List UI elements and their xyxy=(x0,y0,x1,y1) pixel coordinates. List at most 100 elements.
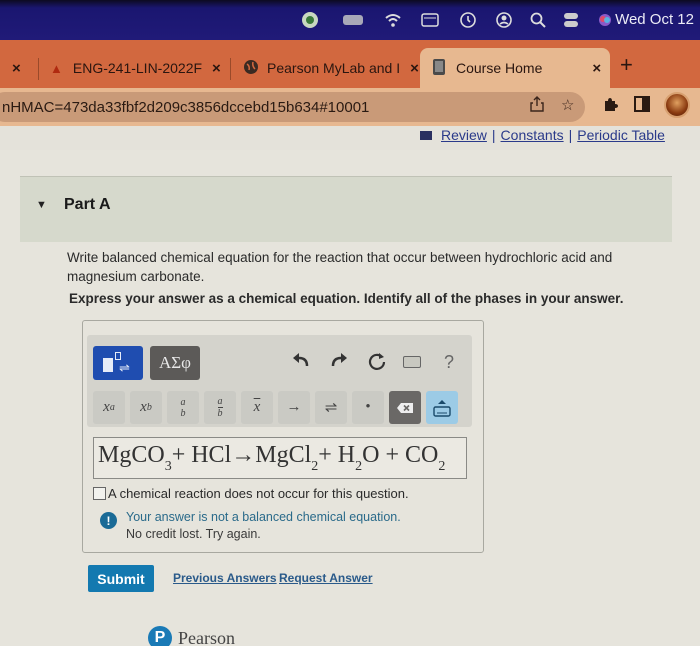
tab-separator xyxy=(230,58,231,80)
pearson-logo-icon: P xyxy=(148,626,172,646)
user-icon[interactable] xyxy=(494,10,514,30)
reset-icon[interactable] xyxy=(367,351,387,377)
collapse-caret-icon[interactable]: ▼ xyxy=(36,199,47,211)
delete-key[interactable] xyxy=(389,391,421,424)
eq-text: MgCO xyxy=(98,441,165,468)
profile-avatar[interactable] xyxy=(664,92,690,118)
help-button[interactable]: ? xyxy=(444,352,454,373)
redo-icon[interactable] xyxy=(329,351,349,375)
template-superscript-icon xyxy=(115,352,121,360)
feedback-line-1: Your answer is not a balanced chemical e… xyxy=(126,510,401,524)
close-tab-icon[interactable]: × xyxy=(410,60,419,77)
address-bar-row: nHMAC=473da33fbf2d209c3856dccebd15b634#1… xyxy=(0,88,700,126)
stack-glyph: a b xyxy=(181,397,186,419)
eq-subscript: 2 xyxy=(311,458,319,474)
eq-text: + H xyxy=(318,441,356,468)
tablet-icon xyxy=(432,58,446,79)
eq-term: + HCl→MgCl2 xyxy=(172,442,319,475)
fraction-key[interactable]: a b xyxy=(204,391,236,424)
bookmark-star-icon[interactable]: ☆ xyxy=(561,96,574,114)
superscript-key[interactable]: xa xyxy=(93,391,125,424)
book-icon xyxy=(420,130,432,140)
key-superscript: a xyxy=(109,402,115,413)
pearson-brand: Pearson xyxy=(178,627,235,646)
dot-key[interactable]: • xyxy=(352,391,384,424)
siri-icon[interactable] xyxy=(595,10,615,30)
share-icon[interactable] xyxy=(530,96,544,116)
url-bar[interactable]: nHMAC=473da33fbf2d209c3856dccebd15b634#1… xyxy=(0,92,585,122)
part-a-header[interactable]: ▼ Part A xyxy=(20,176,672,242)
reaction-arrow-key[interactable]: → xyxy=(278,391,310,424)
submit-button[interactable]: Submit xyxy=(88,565,154,592)
key-glyph: x xyxy=(253,399,261,415)
control-center-icon[interactable] xyxy=(561,10,581,30)
link-separator: | xyxy=(491,127,496,143)
equation-toolbar: ⇌ ΑΣφ ? xa xb a b a b x → ⇌ • xyxy=(87,335,472,427)
key-base: x xyxy=(140,399,147,415)
problem-page: ▼ Part A Write balanced chemical equatio… xyxy=(0,150,700,646)
part-title: Part A xyxy=(64,196,111,213)
tab-label: ENG-241-LIN-2022F xyxy=(72,60,203,76)
no-reaction-checkbox[interactable] xyxy=(93,487,106,500)
sidebar-toggle-icon[interactable] xyxy=(634,96,650,116)
tab-partial[interactable]: × xyxy=(10,48,21,88)
key-top: a xyxy=(180,396,186,408)
templates-button[interactable]: ⇌ xyxy=(93,346,143,380)
eq-term: + H2 xyxy=(318,442,362,475)
menubar-date[interactable]: Wed Oct 12 xyxy=(615,11,694,28)
subscript-key[interactable]: xb xyxy=(130,391,162,424)
eq-text: + HCl→MgCl xyxy=(171,441,312,468)
battery-icon[interactable] xyxy=(342,10,366,30)
key-bottom: b xyxy=(180,407,186,419)
constants-link[interactable]: Constants xyxy=(501,127,564,143)
answer-instruction: Express your answer as a chemical equati… xyxy=(69,291,624,306)
feedback-line-2: No credit lost. Try again. xyxy=(126,527,261,541)
url-text[interactable]: nHMAC=473da33fbf2d209c3856dccebd15b634#1… xyxy=(2,99,369,116)
browser-tab-bar: × ▲ ENG-241-LIN-2022F × Pearson MyLab an… xyxy=(0,40,700,88)
review-link[interactable]: Review xyxy=(441,127,487,143)
previous-answers-link[interactable]: Previous Answers xyxy=(173,571,277,585)
show-keyboard-key[interactable] xyxy=(426,391,458,424)
question-text: Write balanced chemical equation for the… xyxy=(67,250,613,284)
key-subscript: b xyxy=(146,402,152,413)
equilibrium-arrow-key[interactable]: ⇌ xyxy=(315,391,347,424)
undo-icon[interactable] xyxy=(291,351,311,375)
template-arrows-icon: ⇌ xyxy=(119,360,130,375)
periodic-table-link[interactable]: Periodic Table xyxy=(577,127,665,143)
fraction-glyph: a b xyxy=(217,396,223,419)
keyboard-icon[interactable] xyxy=(403,356,421,368)
greek-symbols-button[interactable]: ΑΣφ xyxy=(150,346,200,380)
tab-pearson-mylab[interactable]: Pearson MyLab and I × xyxy=(243,48,419,88)
close-tab-icon[interactable]: × xyxy=(592,60,601,77)
close-tab-icon[interactable]: × xyxy=(12,60,21,77)
tab-course-home[interactable]: Course Home × xyxy=(420,48,610,88)
app-icon[interactable] xyxy=(300,10,320,30)
extensions-puzzle-icon[interactable] xyxy=(602,96,618,116)
new-tab-button[interactable]: + xyxy=(620,52,633,78)
tab-label: Course Home xyxy=(456,60,543,76)
link-separator: | xyxy=(568,127,573,143)
time-machine-icon[interactable] xyxy=(458,10,478,30)
eq-subscript: 2 xyxy=(438,458,446,474)
input-source-icon[interactable] xyxy=(420,10,440,30)
no-reaction-option[interactable]: A chemical reaction does not occur for t… xyxy=(93,486,409,501)
resource-links: Review | Constants | Periodic Table xyxy=(420,127,665,143)
eq-term: O + CO2 xyxy=(362,442,445,475)
eq-term: MgCO3 xyxy=(98,442,172,475)
template-box-icon xyxy=(103,358,113,372)
spotlight-search-icon[interactable] xyxy=(528,10,548,30)
key-bottom: b xyxy=(217,408,223,419)
stack-key[interactable]: a b xyxy=(167,391,199,424)
system-menu-bar: Wed Oct 12 xyxy=(0,0,700,40)
eq-subscript: 2 xyxy=(355,458,363,474)
overline-key[interactable]: x xyxy=(241,391,273,424)
wifi-icon[interactable] xyxy=(383,10,403,30)
close-tab-icon[interactable]: × xyxy=(212,60,221,77)
equation-input[interactable]: MgCO3 + HCl→MgCl2 + H2 O + CO2 xyxy=(93,437,467,479)
tab-eng-241[interactable]: ▲ ENG-241-LIN-2022F × xyxy=(50,48,221,88)
request-answer-link[interactable]: Request Answer xyxy=(279,571,373,585)
keyboard-toggle-icon xyxy=(433,399,451,417)
equation-key-row: xa xb a b a b x → ⇌ • xyxy=(93,391,458,424)
alert-icon: ! xyxy=(100,512,117,529)
no-reaction-label: A chemical reaction does not occur for t… xyxy=(108,486,409,501)
